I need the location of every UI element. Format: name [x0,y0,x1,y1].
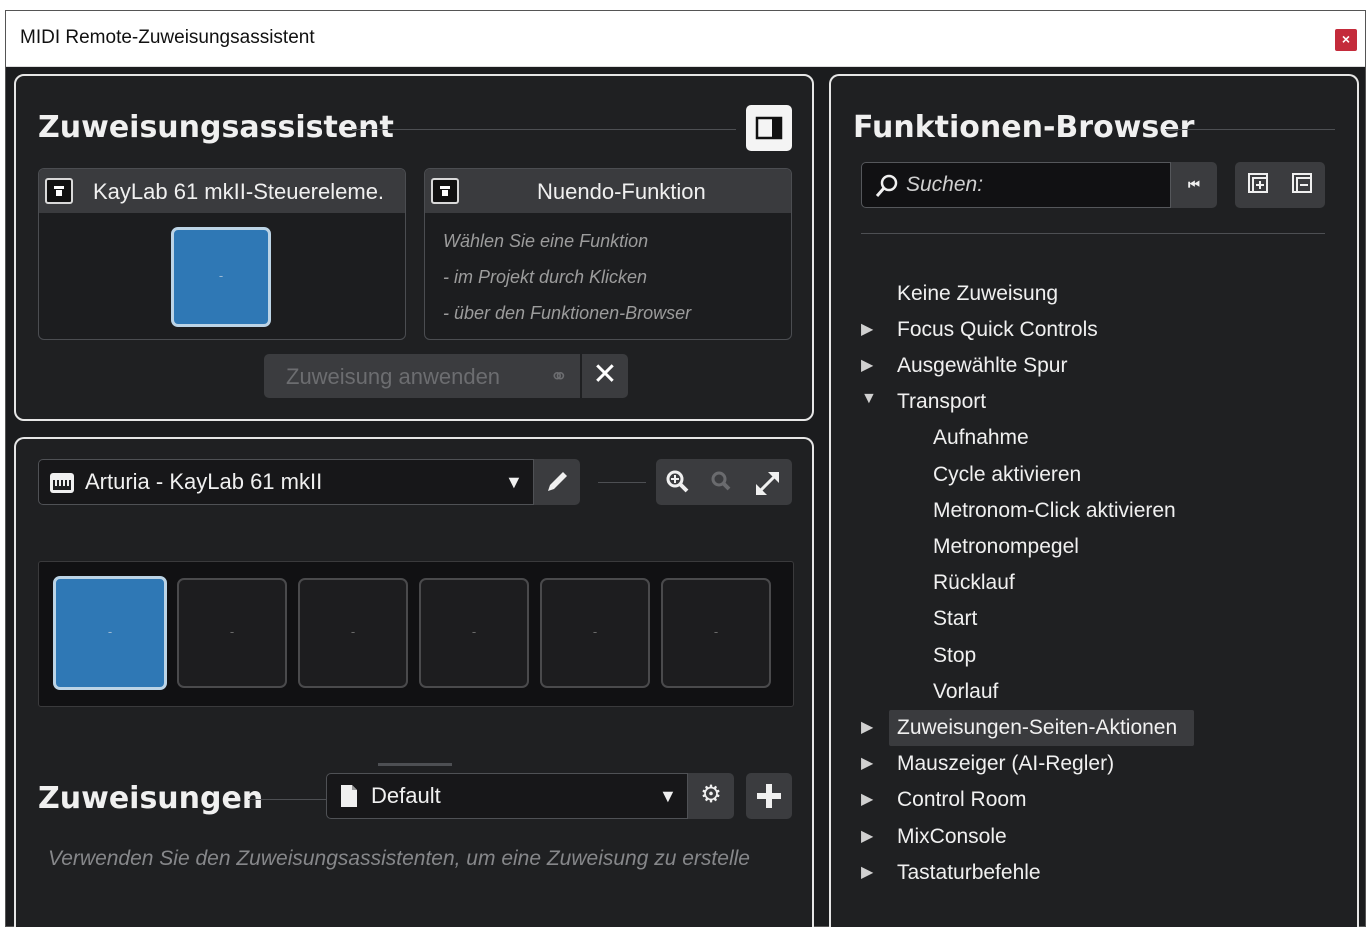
tree-item-focus-quick-controls[interactable]: Focus Quick Controls [897,318,1098,342]
collapsed-arrow-icon[interactable]: ▶ [861,717,873,737]
apply-mapping-button[interactable]: Zuweisung anwenden ⚭ [264,354,580,398]
mapping-page-select[interactable]: Default ▼ [326,773,688,819]
close-icon: ✕ [592,358,618,391]
document-icon [341,785,357,807]
function-hint: - im Projekt durch Klicken [443,267,648,287]
expanded-arrow-icon[interactable]: ▼ [861,390,877,408]
tree-toolbar [1235,162,1325,208]
dropdown-arrow-icon: ▼ [659,786,677,806]
apply-mapping-label: Zuweisung anwenden [286,364,501,389]
lock-icon[interactable] [431,178,459,204]
tree-item-metronom-click[interactable]: Metronom-Click aktivieren [933,499,1176,523]
lock-icon[interactable] [45,178,73,204]
window-title: MIDI Remote-Zuweisungsassistent [20,27,315,48]
device-panel: Arturia - KayLab 61 mkII ▼ - - - - - - Z… [14,437,814,927]
selected-control-pad[interactable]: - [171,227,271,327]
function-hint: Wählen Sie eine Funktion [443,231,649,251]
function-browser-panel: Funktionen-Browser Suchen: ⏮ Keine Zuwei… [829,74,1359,927]
function-box-title: Nuendo-Funktion [537,179,706,204]
device-select-value: Arturia - KayLab 61 mkII [85,469,323,494]
add-mapping-page-button[interactable] [746,773,792,819]
panel-layout-icon [755,116,783,140]
tree-item-start[interactable]: Start [933,607,977,631]
tree-item-aufnahme[interactable]: Aufnahme [933,426,1029,450]
plus-icon [757,784,781,808]
search-placeholder: Suchen: [906,173,984,196]
tree-item-ausgewaehlte-spur[interactable]: Ausgewählte Spur [897,354,1067,378]
function-box: Nuendo-Funktion Wählen Sie eine Funktion… [424,168,792,340]
cancel-mapping-button[interactable]: ✕ [582,354,628,398]
tree-item-metronompegel[interactable]: Metronompegel [933,535,1079,559]
control-pad[interactable]: - [419,578,529,688]
tree-item-tastaturbefehle[interactable]: Tastaturbefehle [897,861,1041,885]
tree-item-cycle-aktivieren[interactable]: Cycle aktivieren [933,463,1081,487]
close-button[interactable]: × [1335,29,1357,51]
tree-item-mauszeiger[interactable]: Mauszeiger (AI-Regler) [897,752,1114,776]
link-icon: ⚭ [549,364,568,389]
divider [598,482,646,483]
mappings-empty-hint: Verwenden Sie den Zuweisungsassistenten,… [48,847,750,870]
midi-remote-window: MIDI Remote-Zuweisungsassistent × Zuweis… [5,10,1366,927]
controller-box: KayLab 61 mkII-Steuereleme. - [38,168,406,340]
search-reset-button[interactable]: ⏮ [1171,162,1217,208]
tree-item-zuweisungen-seiten-aktionen[interactable]: Zuweisungen-Seiten-Aktionen [897,716,1177,740]
edit-device-button[interactable] [534,459,580,505]
zoom-out-icon[interactable] [711,471,731,491]
tree-item-mixconsole[interactable]: MixConsole [897,825,1007,849]
collapsed-arrow-icon[interactable]: ▶ [861,826,873,846]
controller-box-title: KayLab 61 mkII-Steuereleme. [93,179,385,204]
rewind-icon: ⏮ [1188,177,1200,192]
control-pad[interactable]: - [53,576,167,690]
pencil-icon [548,472,567,491]
collapsed-arrow-icon[interactable]: ▶ [861,789,873,809]
zoom-in-icon[interactable] [666,470,689,493]
mapping-page-value: Default [371,783,441,808]
panel-toggle-button[interactable] [746,105,792,151]
collapsed-arrow-icon[interactable]: ▶ [861,753,873,773]
tree-item-keine-zuweisung[interactable]: Keine Zuweisung [897,282,1058,306]
control-pad[interactable]: - [177,578,287,688]
function-box-header: Nuendo-Funktion [425,169,791,213]
tree-item-control-room[interactable]: Control Room [897,788,1027,812]
control-pad[interactable]: - [298,578,408,688]
divider [861,233,1325,234]
assistant-title: Zuweisungsassistent [38,110,394,145]
control-pad[interactable]: - [661,578,771,688]
gear-icon: ⚙ [700,781,722,808]
assistant-panel: Zuweisungsassistent KayLab 61 mkII-Steue… [14,74,814,421]
control-pad[interactable]: - [540,578,650,688]
divider [352,129,736,130]
divider [1165,129,1335,130]
expand-all-icon[interactable] [1248,173,1268,193]
divider [248,799,328,800]
search-icon [875,174,898,197]
collapse-all-icon[interactable] [1292,173,1312,193]
browser-title: Funktionen-Browser [853,110,1195,145]
mappings-title: Zuweisungen [38,781,264,816]
tree-item-stop[interactable]: Stop [933,644,976,668]
tree-item-vorlauf[interactable]: Vorlauf [933,680,998,704]
collapsed-arrow-icon[interactable]: ▶ [861,862,873,882]
collapsed-arrow-icon[interactable]: ▶ [861,319,873,339]
keyboard-icon [50,473,74,493]
controller-box-header: KayLab 61 mkII-Steuereleme. [39,169,405,213]
pad-strip: - - - - - - [38,561,794,707]
tree-item-transport[interactable]: Transport [897,390,986,414]
tree-item-ruecklauf[interactable]: Rücklauf [933,571,1015,595]
zoom-toolbar [656,459,792,505]
expand-icon[interactable] [756,472,779,495]
function-hint: - über den Funktionen-Browser [443,303,692,323]
device-select[interactable]: Arturia - KayLab 61 mkII ▼ [38,459,534,505]
dropdown-arrow-icon: ▼ [505,472,523,492]
title-bar: MIDI Remote-Zuweisungsassistent × [6,11,1365,67]
collapsed-arrow-icon[interactable]: ▶ [861,355,873,375]
mapping-settings-button[interactable]: ⚙ [688,773,734,819]
function-search-input[interactable]: Suchen: [861,162,1171,208]
resize-handle[interactable] [378,763,452,766]
